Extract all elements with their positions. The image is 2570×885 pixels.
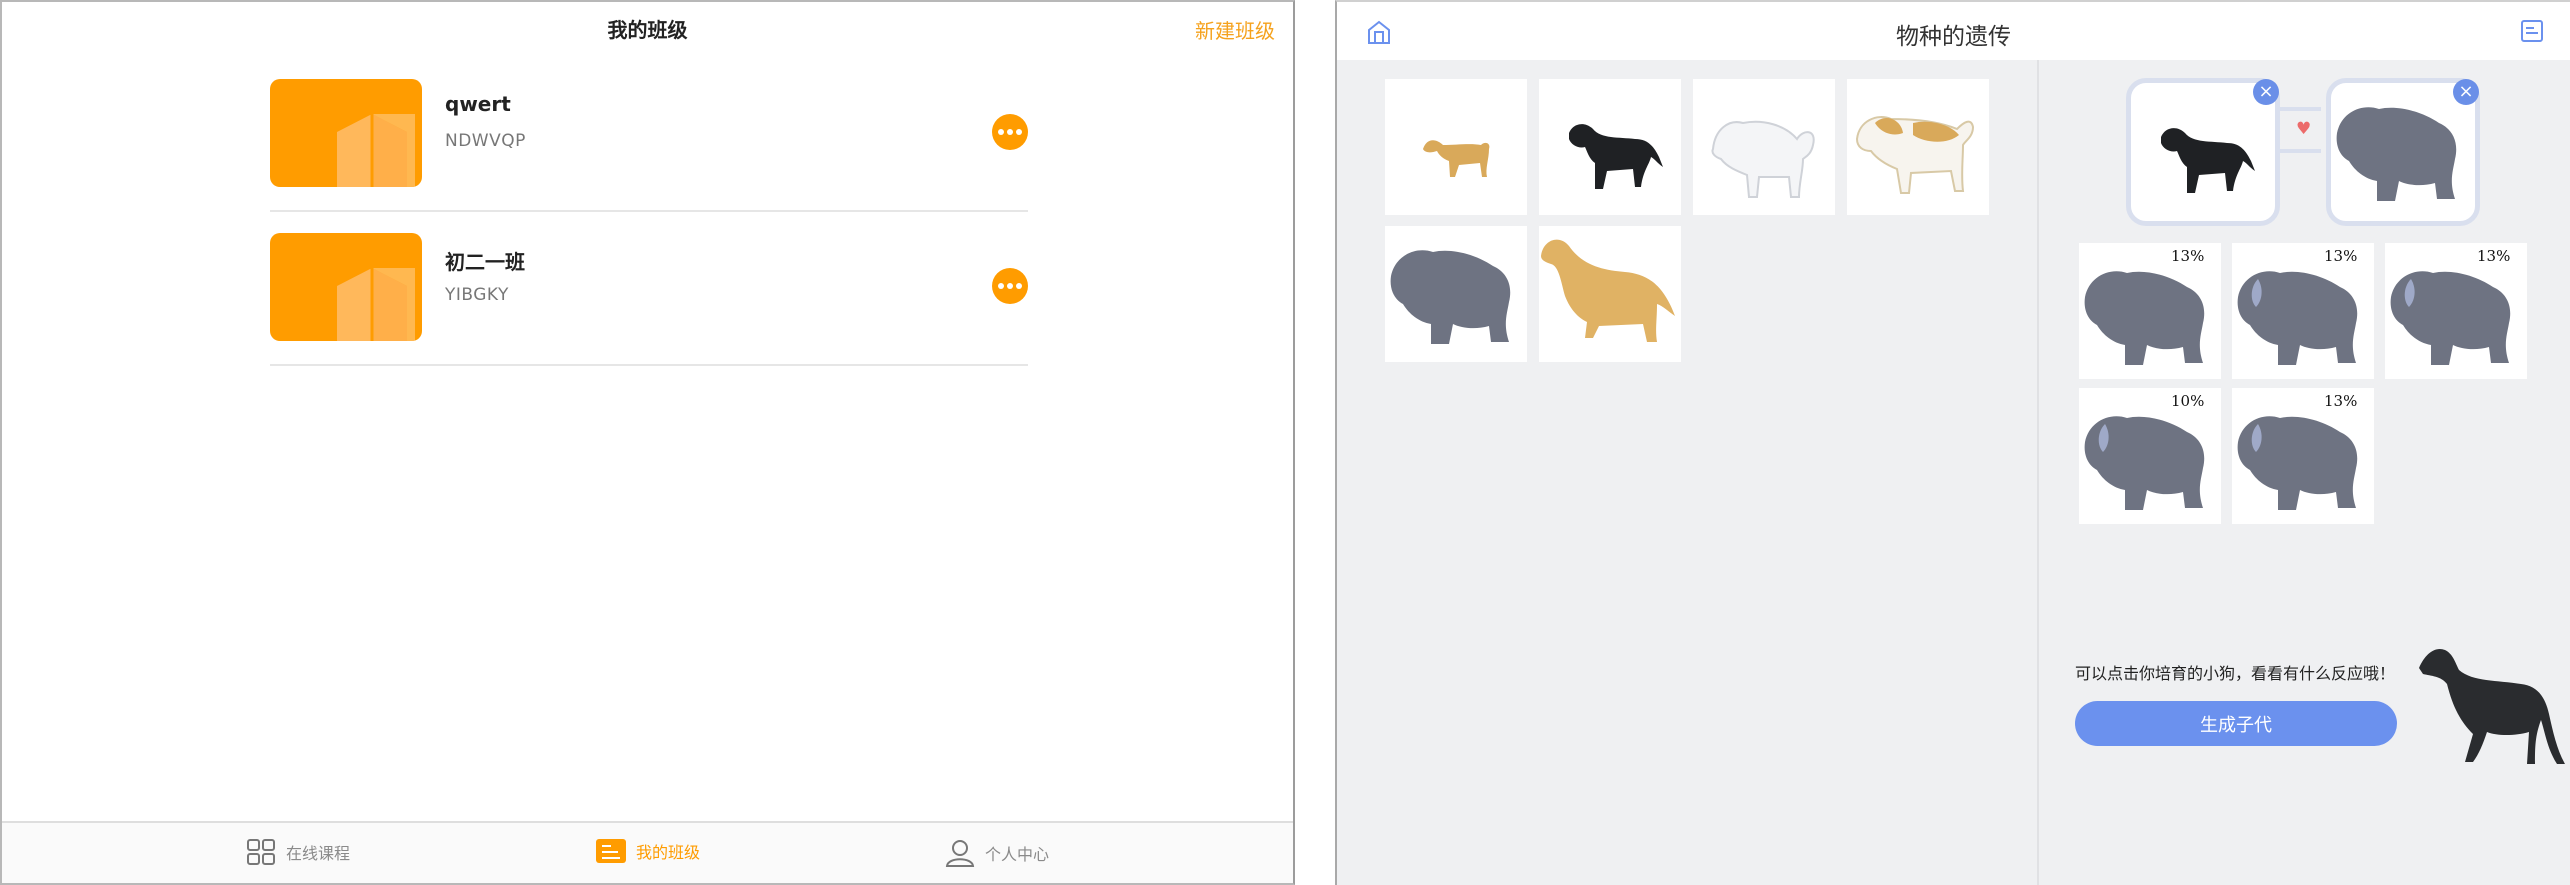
header: 我的班级 新建班级	[2, 2, 1293, 58]
book-icon	[337, 114, 415, 187]
chow-chow-dog-icon	[1390, 250, 1511, 344]
person-icon	[945, 840, 975, 867]
class-cover	[270, 79, 422, 187]
offspring-percent: 13%	[2171, 247, 2205, 265]
breed-card-chihuahua[interactable]	[1385, 79, 1527, 215]
page-title: 我的班级	[607, 18, 688, 42]
chow-chow-dog-icon	[2336, 107, 2457, 201]
tab-label: 我的班级	[636, 843, 701, 862]
class-cover	[270, 233, 422, 341]
white-spitz-dog-icon	[1711, 120, 1815, 198]
class-name: qwert	[445, 92, 511, 116]
tab-label: 个人中心	[985, 845, 1050, 864]
offspring-card[interactable]: 13%	[2232, 388, 2374, 524]
header: 物种的遗传	[1337, 2, 2570, 60]
offspring-card[interactable]: 13%	[2232, 243, 2374, 379]
generate-offspring-button[interactable]: 生成子代	[2075, 701, 2397, 746]
class-code: NDWVQP	[445, 131, 526, 151]
tab-my-classes[interactable]: 我的班级	[596, 839, 700, 863]
breed-card-chow-chow[interactable]	[1385, 226, 1527, 362]
list-icon[interactable]	[2520, 19, 2544, 43]
my-classes-screen: 我的班级 新建班级 qwert NDWVQP 初二一班 YIBGKY 在线课程 …	[0, 0, 1295, 885]
remove-parent-button[interactable]: ×	[2453, 79, 2479, 105]
remove-parent-button[interactable]: ×	[2253, 79, 2279, 105]
tab-online-courses[interactable]: 在线课程	[246, 839, 350, 865]
new-class-button[interactable]: 新建班级	[1195, 15, 1275, 44]
parent-slot-2[interactable]: ×	[2326, 78, 2480, 226]
offspring-card[interactable]: 10%	[2079, 388, 2221, 524]
breed-card-golden-retriever[interactable]	[1539, 226, 1681, 362]
more-options-button[interactable]	[992, 268, 1028, 304]
class-item[interactable]: qwert NDWVQP	[270, 58, 1028, 212]
offspring-card[interactable]: 13%	[2079, 243, 2221, 379]
hint-text: 可以点击你培育的小狗，看看有什么反应哦！	[2075, 664, 2396, 683]
tab-label: 在线课程	[286, 844, 351, 863]
breed-card-saint-bernard[interactable]	[1847, 79, 1989, 215]
offspring-percent: 13%	[2477, 247, 2511, 265]
offspring-percent: 10%	[2171, 392, 2205, 410]
breed-card-black-labrador[interactable]	[1539, 79, 1681, 215]
grid-icon	[247, 839, 275, 865]
bottom-tab-bar: 在线课程 我的班级 个人中心	[2, 821, 1293, 883]
heart-icon: ♥	[2296, 119, 2312, 139]
greyhound-dog-icon[interactable]	[2417, 640, 2567, 770]
book-icon	[337, 268, 415, 341]
offspring-card[interactable]: 13%	[2385, 243, 2527, 379]
parent-slot-1[interactable]: ×	[2126, 78, 2280, 226]
black-labrador-dog-icon	[2161, 128, 2255, 193]
genetics-screen: 物种的遗传 × ♥ × 13% 13% 13% 10% 13% 可以点击你培育的…	[1335, 0, 2570, 885]
saint-bernard-dog-icon	[1855, 116, 1975, 194]
chihuahua-dog-icon	[1423, 140, 1490, 177]
breed-card-white-spitz[interactable]	[1693, 79, 1835, 215]
class-icon	[596, 839, 626, 863]
offspring-percent: 13%	[2324, 247, 2358, 265]
class-item[interactable]: 初二一班 YIBGKY	[270, 212, 1028, 366]
tab-personal-center[interactable]: 个人中心	[945, 839, 1049, 867]
offspring-percent: 13%	[2324, 392, 2358, 410]
black-labrador-dog-icon	[1569, 124, 1663, 189]
more-options-button[interactable]	[992, 114, 1028, 150]
panel-divider	[2037, 60, 2039, 885]
class-name: 初二一班	[445, 250, 525, 274]
page-title: 物种的遗传	[1896, 24, 2011, 50]
class-code: YIBGKY	[445, 285, 509, 305]
golden-retriever-dog-icon	[1541, 239, 1675, 342]
